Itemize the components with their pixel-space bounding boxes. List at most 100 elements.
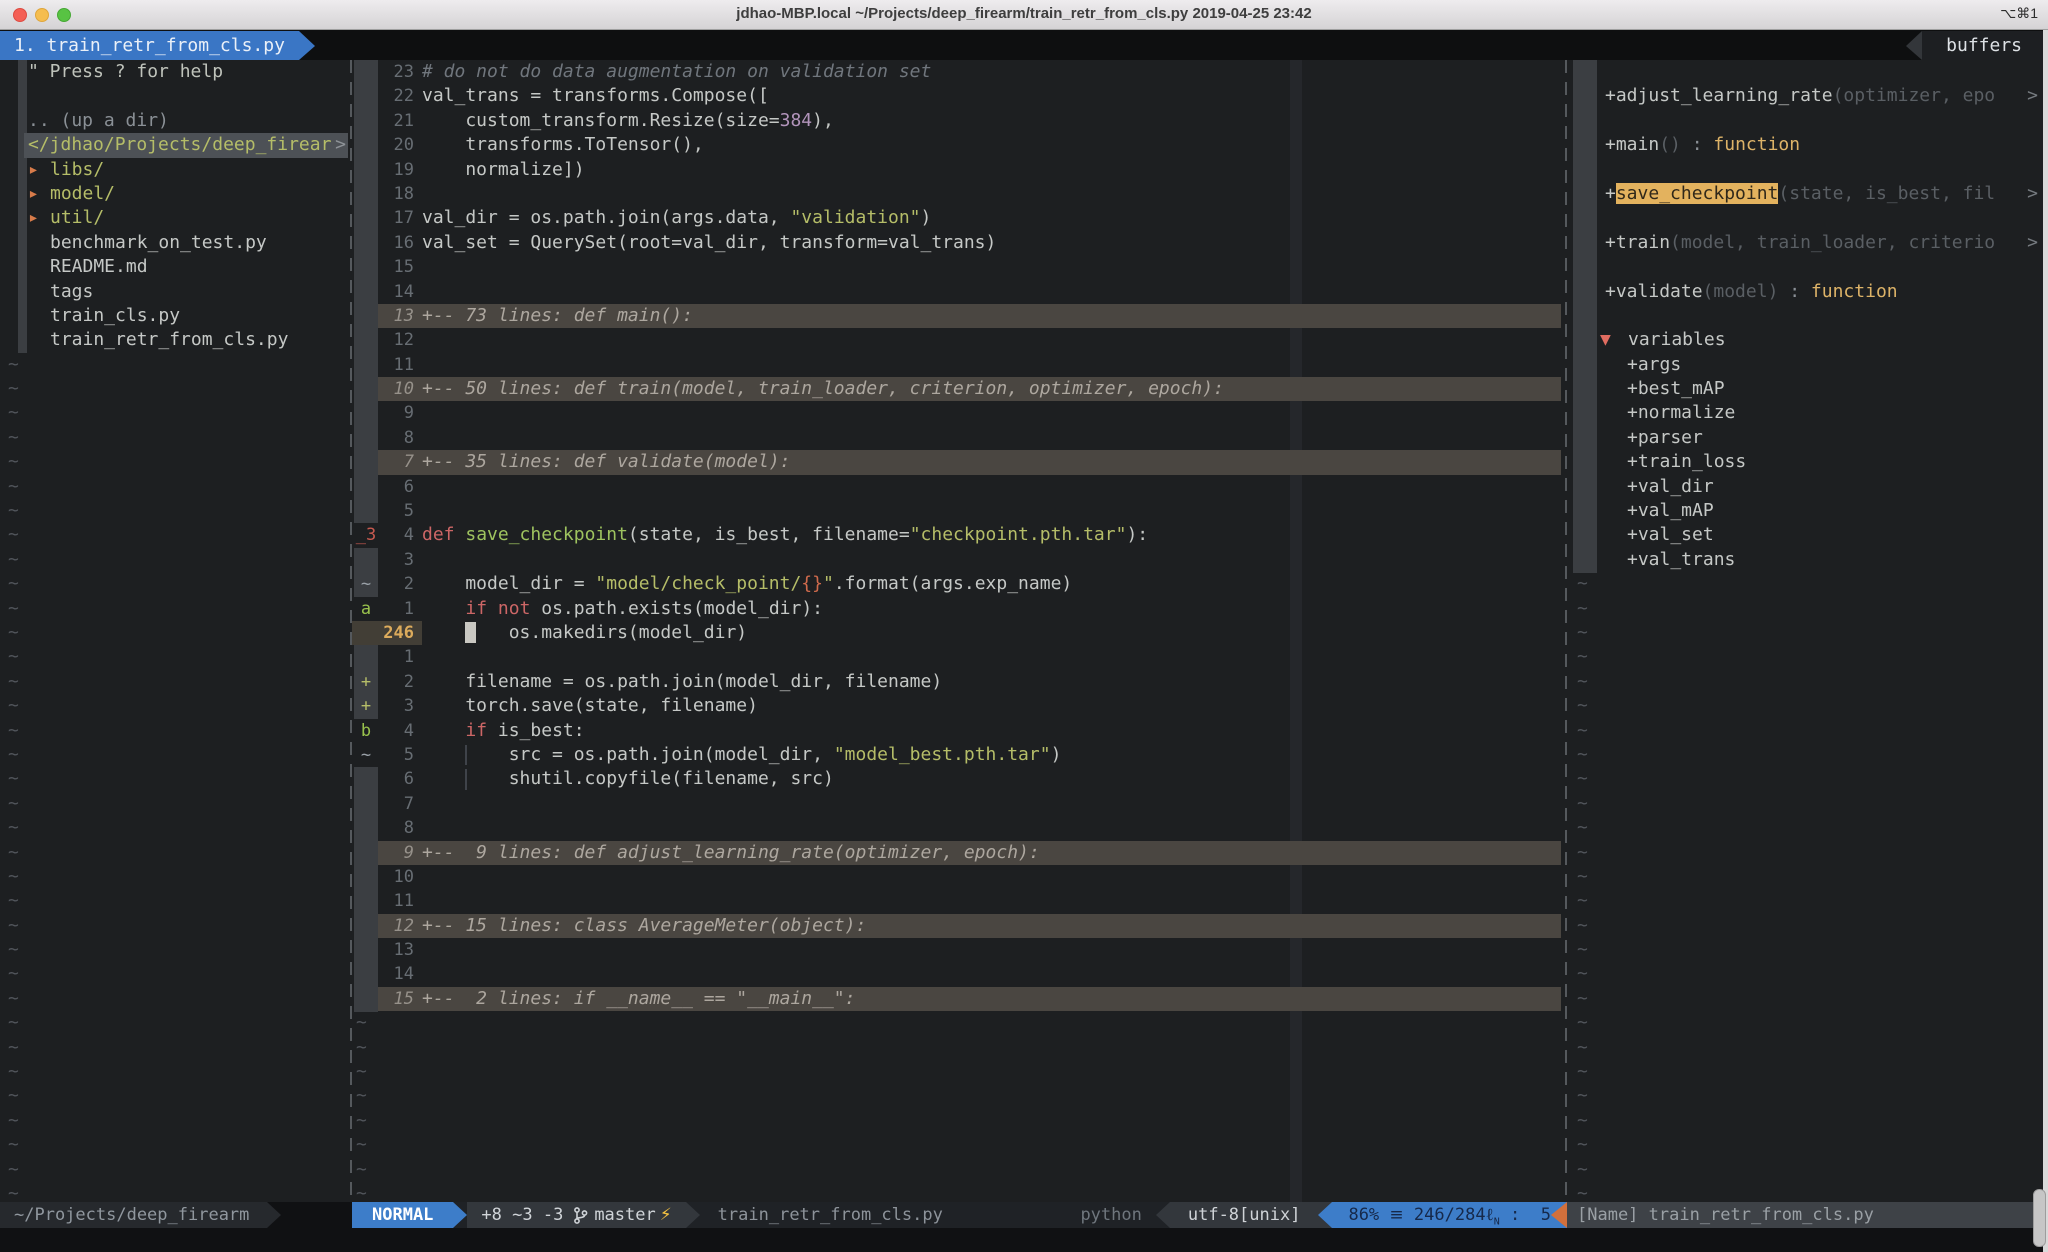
tree-empty-line: ~ — [0, 475, 350, 499]
tagbar-empty-line: ~ — [1567, 962, 2048, 986]
tree-item-file[interactable]: train_cls.py — [0, 304, 350, 328]
tree-item-file[interactable]: README.md — [0, 255, 350, 279]
code-line[interactable]: 9 — [352, 401, 1565, 425]
tagbar-variable[interactable]: +val_mAP — [1567, 499, 2048, 523]
line-number: 5 — [378, 743, 414, 767]
code-line[interactable]: 17val_dir = os.path.join(args.data, "val… — [352, 206, 1565, 230]
window-separator-right[interactable] — [1565, 60, 1567, 1202]
tree-up-dir[interactable]: .. (up a dir) — [0, 109, 350, 133]
code-line[interactable]: 14 — [352, 962, 1565, 986]
buffers-indicator[interactable]: buffers — [1922, 31, 2048, 60]
buffers-arrow-separator-icon — [1906, 31, 1922, 60]
code-line[interactable]: 13 — [352, 938, 1565, 962]
tree-empty-line: ~ — [0, 1060, 350, 1084]
gutter-sign: a — [354, 597, 378, 621]
tagbar-variable[interactable]: +best_mAP — [1567, 377, 2048, 401]
line-number: 4 — [378, 719, 414, 743]
tagbar-variable[interactable]: +val_trans — [1567, 548, 2048, 572]
code-line[interactable]: 8 — [352, 816, 1565, 840]
tree-empty-line: ~ — [0, 401, 350, 425]
code-line[interactable]: 14 — [352, 280, 1565, 304]
tree-item-dir[interactable]: ▸util/ — [0, 206, 350, 230]
tab-arrow-separator-icon — [299, 31, 315, 60]
code-line[interactable]: 6 shutil.copyfile(filename, src) — [352, 767, 1565, 791]
code-line[interactable]: 20 transforms.ToTensor(), — [352, 133, 1565, 157]
code-line[interactable]: 11 — [352, 353, 1565, 377]
tagbar-variable[interactable]: +val_set — [1567, 523, 2048, 547]
code-line[interactable]: 5 — [352, 499, 1565, 523]
line-number: 13 — [378, 938, 414, 962]
tree-item-file[interactable]: tags — [0, 280, 350, 304]
code-line[interactable]: 21 custom_transform.Resize(size=384), — [352, 109, 1565, 133]
tree-blank-line — [0, 84, 350, 108]
code-line[interactable]: 12 — [352, 328, 1565, 352]
tagbar-variable[interactable]: +args — [1567, 353, 2048, 377]
tree-root-selected[interactable]: </jdhao/Projects/deep_firear> — [0, 133, 350, 157]
editor-main-area: " Press ? for help.. (up a dir)</jdhao/P… — [0, 60, 2048, 1202]
code-line[interactable]: +3 torch.save(state, filename) — [352, 694, 1565, 718]
mode-indicator: NORMAL — [352, 1202, 453, 1228]
highlighted-tag: save_checkpoint — [1616, 183, 1779, 204]
window-separator-left[interactable] — [350, 60, 352, 1202]
truncation-marker: > — [335, 133, 346, 157]
tagbar-entry-adjust_learning_rate[interactable]: +adjust_learning_rate(optimizer, epo> — [1567, 84, 2048, 108]
code-line[interactable]: 23# do not do data augmentation on valid… — [352, 60, 1565, 84]
tagbar-entry-validate[interactable]: +validate(model) : function — [1567, 280, 2048, 304]
tagbar-section-variables[interactable]: ▼variables — [1567, 328, 2048, 352]
code-line[interactable]: 18 — [352, 182, 1565, 206]
line-number: 11 — [378, 353, 414, 377]
tree-item-file[interactable]: benchmark_on_test.py — [0, 231, 350, 255]
tagbar-variable[interactable]: +parser — [1567, 426, 2048, 450]
code-line[interactable]: _34def save_checkpoint(state, is_best, f… — [352, 523, 1565, 547]
code-line[interactable]: 22val_trans = transforms.Compose([ — [352, 84, 1565, 108]
tagbar-variable[interactable]: +val_dir — [1567, 475, 2048, 499]
tagbar-variable[interactable]: +train_loss — [1567, 450, 2048, 474]
code-text: val_dir = os.path.join(args.data, "valid… — [422, 206, 931, 230]
code-line[interactable]: 6 — [352, 475, 1565, 499]
code-line[interactable]: 19 normalize]) — [352, 158, 1565, 182]
tree-item-file[interactable]: train_retr_from_cls.py — [0, 328, 350, 352]
truncation-marker: > — [2027, 231, 2038, 255]
git-branch-icon — [573, 1206, 588, 1225]
folded-code-line[interactable]: 9+-- 9 lines: def adjust_learning_rate(o… — [352, 841, 1565, 865]
code-line[interactable]: 3 — [352, 548, 1565, 572]
tagbar-entry-train[interactable]: +train(model, train_loader, criterio> — [1567, 231, 2048, 255]
folded-code-line[interactable]: 15+-- 2 lines: if __name__ == "__main__"… — [352, 987, 1565, 1011]
code-line[interactable]: 10 — [352, 865, 1565, 889]
tree-empty-line: ~ — [0, 987, 350, 1011]
code-line[interactable]: 16val_set = QuerySet(root=val_dir, trans… — [352, 231, 1565, 255]
tagbar-entry-main[interactable]: +main() : function — [1567, 133, 2048, 157]
folded-code-line[interactable]: 12+-- 15 lines: class AverageMeter(objec… — [352, 914, 1565, 938]
tagbar-empty-line: ~ — [1567, 645, 2048, 669]
folded-code-line[interactable]: 10+-- 50 lines: def train(model, train_l… — [352, 377, 1565, 401]
tagbar-blank-line — [1567, 158, 2048, 182]
code-line[interactable]: 1 — [352, 645, 1565, 669]
buffer-empty-line: ~ — [352, 1182, 1565, 1202]
tree-item-dir[interactable]: ▸model/ — [0, 182, 350, 206]
gutter-sign: + — [354, 670, 378, 694]
block-cursor — [465, 622, 476, 643]
cursor-line[interactable]: 246 os.makedirs(model_dir) — [352, 621, 1565, 645]
line-number: 10 — [378, 377, 414, 401]
code-line[interactable]: 7 — [352, 792, 1565, 816]
code-line[interactable]: ~2 model_dir = "model/check_point/{}".fo… — [352, 572, 1565, 596]
code-text: model_dir = "model/check_point/{}".forma… — [422, 572, 1072, 596]
chevron-right-icon: ▸ — [28, 206, 50, 230]
tagbar-entry-save_checkpoint[interactable]: +save_checkpoint(state, is_best, fil> — [1567, 182, 2048, 206]
code-line[interactable]: ~5 src = os.path.join(model_dir, "model_… — [352, 743, 1565, 767]
tree-empty-line: ~ — [0, 938, 350, 962]
code-line[interactable]: 8 — [352, 426, 1565, 450]
code-line[interactable]: +2 filename = os.path.join(model_dir, fi… — [352, 670, 1565, 694]
code-text: val_trans = transforms.Compose([ — [422, 84, 769, 108]
lightning-bolt-icon: ⚡ — [660, 1202, 672, 1228]
folded-code-line[interactable]: 13+-- 73 lines: def main(): — [352, 304, 1565, 328]
folded-code-line[interactable]: 7+-- 35 lines: def validate(model): — [352, 450, 1565, 474]
tree-item-dir[interactable]: ▸libs/ — [0, 158, 350, 182]
tab-train-retr-from-cls[interactable]: 1. train_retr_from_cls.py — [0, 31, 299, 60]
code-line[interactable]: b4 if is_best: — [352, 719, 1565, 743]
tagbar-variable[interactable]: +normalize — [1567, 401, 2048, 425]
code-line[interactable]: 11 — [352, 889, 1565, 913]
code-line[interactable]: 15 — [352, 255, 1565, 279]
vim-command-line[interactable] — [0, 1228, 2048, 1252]
code-line[interactable]: a1 if not os.path.exists(model_dir): — [352, 597, 1565, 621]
